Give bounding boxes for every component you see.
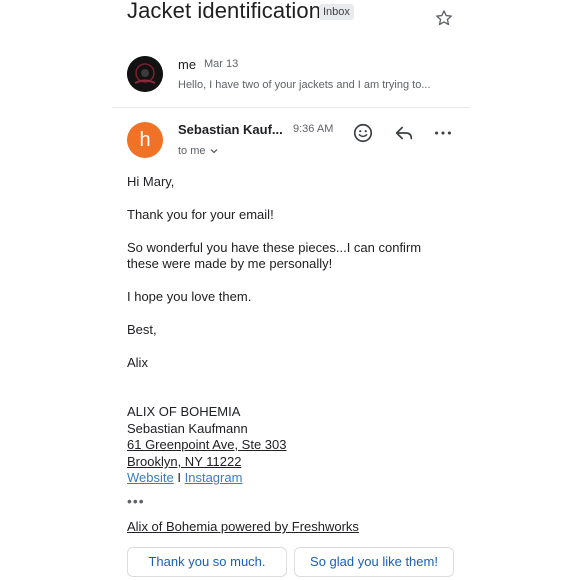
body-line: Best, [127,322,157,337]
sender-name: me [178,57,197,72]
message-date: Mar 13 [204,58,239,70]
body-line: I hope you love them. [127,289,252,304]
email-view: Jacket identification Inbox me Mar 13 He… [112,0,470,580]
powered-by-link[interactable]: Alix of Bohemia powered by Freshworks [127,519,359,536]
message-snippet[interactable]: Hello, I have two of your jackets and I … [178,79,431,91]
smart-reply-button[interactable]: So glad you like them! [294,547,454,577]
chevron-down-icon [209,146,219,156]
website-link[interactable]: Website [127,470,174,485]
body-line: So wonderful you have these pieces...I c… [127,240,422,255]
signature-links: Website I Instagram [127,470,242,487]
body-line: Alix [127,355,148,370]
show-trimmed-icon[interactable]: ••• [127,493,145,509]
link-separator: I [177,470,181,485]
email-subject: Jacket identification [127,0,322,23]
smart-reply-button[interactable]: Thank you so much. [127,547,287,577]
recipient-label: to me [178,145,206,157]
instagram-link[interactable]: Instagram [185,470,243,485]
divider [112,107,470,108]
recipient-dropdown[interactable]: to me [178,145,219,157]
body-line: these were made by me personally! [127,256,333,271]
avatar [127,56,163,92]
body-line: Hi Mary, [127,174,175,189]
city-link[interactable]: Brooklyn, NY 11222 [127,454,241,471]
emoji-icon[interactable] [352,122,374,144]
message-time: 9:36 AM [293,123,334,135]
avatar: h [127,122,163,158]
star-icon[interactable] [434,8,454,28]
inbox-label[interactable]: Inbox [319,4,354,20]
address-link[interactable]: 61 Greenpoint Ave, Ste 303 [127,437,287,454]
signature-company: ALIX OF BOHEMIA [127,404,241,419]
reply-icon[interactable] [393,122,415,144]
signature-name: Sebastian Kaufmann [127,421,248,436]
body-line: Thank you for your email! [127,207,274,222]
more-icon[interactable] [432,122,454,144]
sender-name: Sebastian Kauf... [178,122,283,137]
